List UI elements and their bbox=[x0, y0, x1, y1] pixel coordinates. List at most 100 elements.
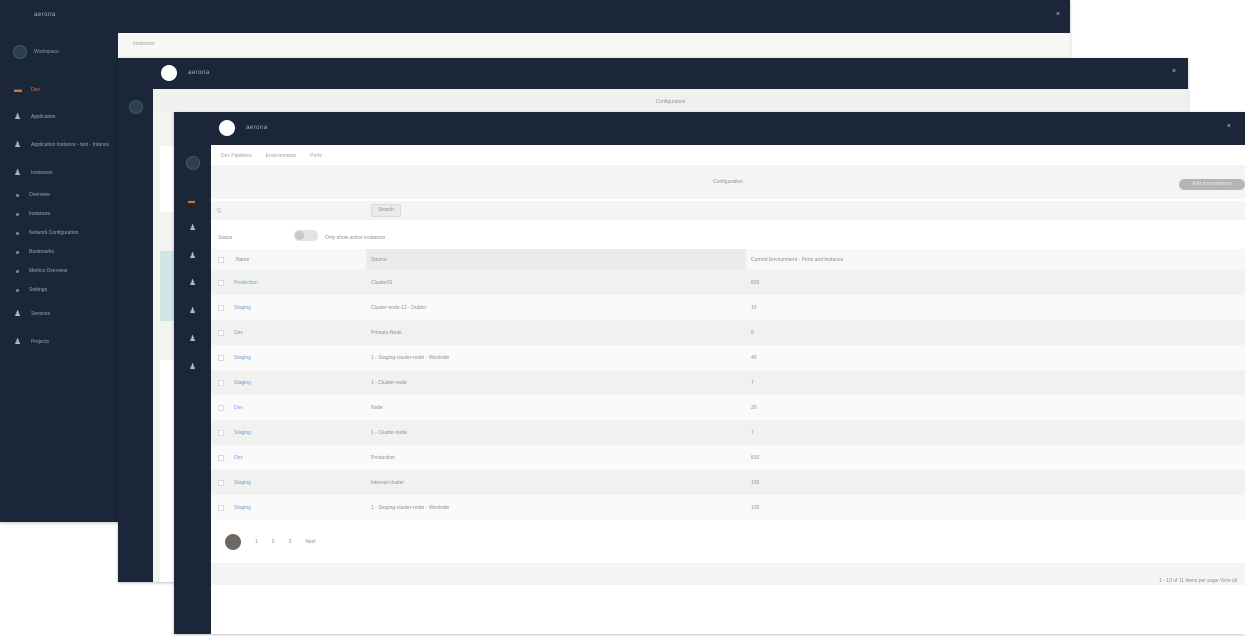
table-row[interactable]: Staging 1 - Cluster-node 7 bbox=[211, 420, 1245, 445]
active-toggle[interactable] bbox=[294, 230, 318, 241]
row-checkbox[interactable] bbox=[218, 280, 224, 286]
sidebar-item-projects[interactable]: ♟ Projects bbox=[14, 338, 49, 346]
table-row[interactable]: Dev Production 810 bbox=[211, 445, 1245, 470]
row-name-link[interactable]: Staging bbox=[234, 480, 251, 486]
search-button[interactable]: Search bbox=[371, 204, 401, 217]
sidebar-subitem-settings[interactable]: Settings bbox=[16, 287, 47, 293]
row-value: 8 bbox=[751, 330, 754, 336]
table-row[interactable]: Staging 1 - Staging-cluster-node - Wests… bbox=[211, 345, 1245, 370]
row-checkbox[interactable] bbox=[218, 505, 224, 511]
row-checkbox[interactable] bbox=[218, 455, 224, 461]
breadcrumb-item[interactable]: Environments bbox=[266, 153, 297, 159]
page-link[interactable]: 3 bbox=[289, 539, 292, 545]
back-sidebar: Workspace ▬ Dev ♟ Application ♟ Applicat… bbox=[0, 33, 138, 522]
row-value: 7 bbox=[751, 430, 754, 436]
front-rail-user-icon[interactable]: ♟ bbox=[189, 362, 196, 371]
back-brand: aerona bbox=[34, 12, 56, 18]
sidebar-item-label: Instances bbox=[29, 211, 51, 217]
sidebar-item-instances[interactable]: ♟ Instances bbox=[14, 169, 52, 177]
table-row[interactable]: Staging Cluster-node-12 - Dubbo 10 bbox=[211, 295, 1245, 320]
row-checkbox[interactable] bbox=[218, 405, 224, 411]
front-close-icon[interactable]: × bbox=[1227, 123, 1231, 130]
row-name-link[interactable]: Staging bbox=[234, 380, 251, 386]
row-source: 1 - Cluster-node bbox=[371, 430, 407, 436]
row-name-link[interactable]: Staging bbox=[234, 305, 251, 311]
front-rail-user-icon[interactable]: ♟ bbox=[189, 334, 196, 343]
sidebar-subitem-bookmarks[interactable]: Bookmarks bbox=[16, 249, 54, 255]
middle-brand: aerona bbox=[188, 70, 210, 76]
middle-page-title: Configuration bbox=[655, 99, 686, 105]
sidebar-item-label: Network Configuration bbox=[29, 230, 79, 236]
sidebar-item-label: Bookmarks bbox=[29, 249, 55, 255]
sidebar-item-label: Application bbox=[31, 114, 56, 120]
front-brand: aerona bbox=[246, 125, 268, 131]
front-rail-home-icon[interactable]: ▬ bbox=[188, 198, 195, 205]
row-name-link[interactable]: Dev bbox=[234, 405, 243, 411]
row-value: 20 bbox=[751, 405, 757, 411]
add-instance-button[interactable]: Add new instance bbox=[1179, 179, 1245, 190]
sidebar-item-application-instance[interactable]: ♟ Application Instance - test - Intance bbox=[14, 141, 109, 149]
sidebar-item-label: Application Instance - test - Intance bbox=[31, 142, 110, 148]
back-close-icon[interactable]: × bbox=[1056, 11, 1060, 18]
front-rail-user-icon[interactable]: ♟ bbox=[189, 278, 196, 287]
search-row: Q Search bbox=[211, 201, 1245, 220]
sidebar-subitem-metrics[interactable]: Metrics Overview bbox=[16, 268, 67, 274]
page-title: Configuration bbox=[713, 179, 743, 185]
column-header-source[interactable]: Source bbox=[371, 257, 387, 263]
front-avatar[interactable] bbox=[186, 156, 200, 170]
middle-logo-icon bbox=[161, 65, 177, 81]
row-checkbox[interactable] bbox=[218, 430, 224, 436]
row-name-link[interactable]: Staging bbox=[234, 430, 251, 436]
page-indicator-icon[interactable] bbox=[225, 534, 241, 550]
table-row[interactable]: Staging 1 - Cluster-node 7 bbox=[211, 370, 1245, 395]
user-icon: ♟ bbox=[14, 112, 22, 121]
column-header-name[interactable]: Name bbox=[236, 257, 249, 263]
row-name-link[interactable]: Staging bbox=[234, 355, 251, 361]
front-rail-user-icon[interactable]: ♟ bbox=[189, 251, 196, 260]
row-checkbox[interactable] bbox=[218, 480, 224, 486]
sidebar-subitem-network[interactable]: Network Configuration bbox=[16, 230, 78, 236]
search-input[interactable]: Q bbox=[217, 208, 221, 214]
breadcrumb-item[interactable]: Ports bbox=[310, 153, 322, 159]
bullet-icon bbox=[16, 288, 19, 292]
page-link[interactable]: 2 bbox=[272, 539, 275, 545]
breadcrumb: Dev Pipelines Environments Ports bbox=[221, 153, 322, 159]
sidebar-subitem-instances[interactable]: Instances bbox=[16, 211, 50, 217]
row-name-link[interactable]: Staging bbox=[234, 505, 251, 511]
table-row[interactable]: Staging 1 - Staging-cluster-node - Wests… bbox=[211, 495, 1245, 520]
row-name-link[interactable]: Dev bbox=[234, 455, 243, 461]
sidebar-subitem-overview[interactable]: Overview bbox=[16, 192, 50, 198]
middle-topbar: aerona × bbox=[118, 58, 1188, 89]
table-row[interactable]: Production Cluster01 820 bbox=[211, 270, 1245, 295]
table-row[interactable]: Dev Primary-Node 8 bbox=[211, 320, 1245, 345]
next-page-link[interactable]: Next bbox=[305, 539, 315, 545]
table-row[interactable]: Dev Node 20 bbox=[211, 395, 1245, 420]
row-checkbox[interactable] bbox=[218, 305, 224, 311]
middle-close-icon[interactable]: × bbox=[1172, 68, 1176, 75]
row-source: Primary-Node bbox=[371, 330, 402, 336]
front-rail-user-icon[interactable]: ♟ bbox=[189, 306, 196, 315]
breadcrumb-item[interactable]: Dev Pipelines bbox=[221, 153, 252, 159]
middle-avatar[interactable] bbox=[129, 100, 143, 114]
row-checkbox[interactable] bbox=[218, 330, 224, 336]
footer-link[interactable]: View all bbox=[1220, 578, 1237, 584]
back-breadcrumb[interactable]: Instances bbox=[133, 41, 154, 47]
row-name-link[interactable]: Production bbox=[234, 280, 258, 286]
sidebar-item-dev[interactable]: ▬ Dev bbox=[14, 86, 40, 94]
front-topbar: aerona × bbox=[174, 112, 1245, 145]
sidebar-item-services[interactable]: ♟ Services bbox=[14, 310, 50, 318]
row-checkbox[interactable] bbox=[218, 355, 224, 361]
table-row[interactable]: Staging Internal-cluster 100 bbox=[211, 470, 1245, 495]
workspace-avatar[interactable] bbox=[13, 45, 27, 59]
column-header-ports[interactable]: Current Environment - Ports and Instance bbox=[751, 257, 843, 263]
row-checkbox[interactable] bbox=[218, 380, 224, 386]
select-all-checkbox[interactable] bbox=[218, 257, 224, 263]
sidebar-item-application[interactable]: ♟ Application bbox=[14, 113, 55, 121]
row-name-link[interactable]: Dev bbox=[234, 330, 243, 336]
front-rail-user-icon[interactable]: ♟ bbox=[189, 223, 196, 232]
toggle-knob bbox=[295, 231, 304, 240]
row-value: 7 bbox=[751, 380, 754, 386]
title-bar: Configuration Add new instance bbox=[211, 165, 1245, 199]
page-link[interactable]: 1 bbox=[255, 539, 258, 545]
user-icon: ♟ bbox=[14, 140, 22, 149]
